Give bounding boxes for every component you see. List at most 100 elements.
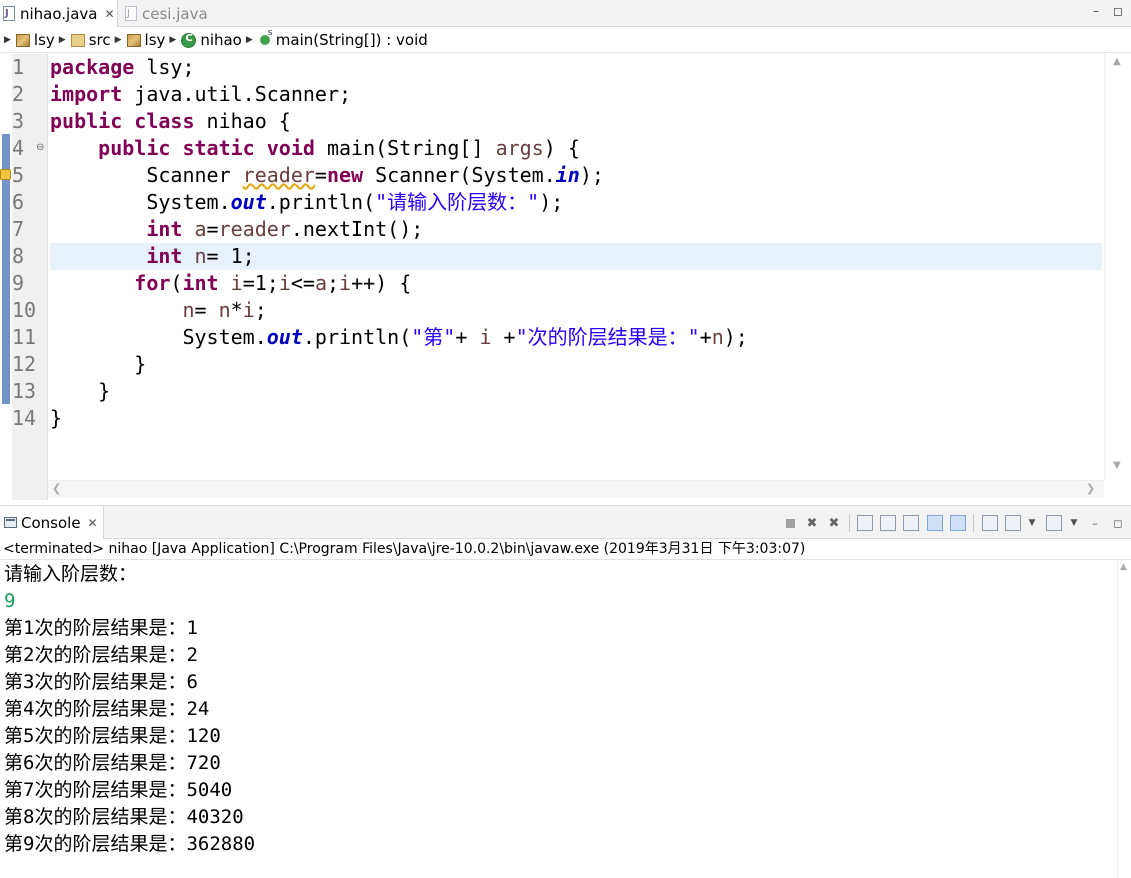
editor-horizontal-scrollbar[interactable]: ❮ ❯: [48, 480, 1104, 498]
display-selected-console-icon[interactable]: [1005, 515, 1021, 531]
breadcrumb-item-method[interactable]: main(String[]) : void: [258, 28, 428, 49]
console-view-toolbar: Console ✕ ✖ ✖ ▼ ▼ – ◻: [0, 505, 1131, 539]
code-text-area[interactable]: package lsy; import java.util.Scanner; p…: [50, 54, 1102, 494]
code-line: package lsy;: [50, 54, 1102, 81]
scroll-right-icon[interactable]: ❯: [1086, 482, 1095, 495]
project-icon: [15, 33, 30, 47]
code-text: );: [579, 163, 604, 187]
code-text: Scanner: [50, 163, 243, 187]
code-editor[interactable]: 1 2 3 4 ⊖ 5 6 7 8 9 10 11 12 13 14 packa…: [0, 54, 1131, 500]
line-number: 7: [12, 217, 25, 241]
console-output-line: 第8次的阶层结果是：40320: [4, 806, 244, 828]
tab-nihao-java[interactable]: nihao.java ✕: [0, 0, 118, 27]
local-variable: n: [194, 244, 207, 268]
editor-tab-bar: nihao.java ✕ cesi.java – ◻: [0, 0, 1131, 27]
code-text: =1;: [242, 271, 279, 295]
scroll-lock-icon[interactable]: [880, 515, 896, 531]
code-line: System.out.println("第"+ i +"次的阶层结果是："+n)…: [50, 324, 1102, 351]
chevron-down-icon[interactable]: ▼: [1024, 515, 1040, 531]
code-text: +: [491, 325, 516, 349]
console-output-line: 第7次的阶层结果是：5040: [4, 779, 233, 801]
code-text: lsy;: [134, 55, 195, 79]
minimize-button[interactable]: –: [1087, 515, 1103, 531]
console-output-area[interactable]: 请输入阶层数： 9 第1次的阶层结果是：1 第2次的阶层结果是：2 第3次的阶层…: [0, 560, 1117, 878]
close-icon[interactable]: ✕: [104, 7, 114, 21]
java-file-icon: [3, 6, 15, 21]
maximize-button[interactable]: ◻: [1110, 515, 1126, 531]
code-line: Scanner reader=new Scanner(System.in);: [50, 162, 1102, 189]
local-variable: n: [711, 325, 724, 349]
code-line: System.out.println("请输入阶层数：");: [50, 189, 1102, 216]
warning-icon[interactable]: [0, 169, 11, 180]
tab-cesi-java[interactable]: cesi.java: [122, 0, 208, 27]
java-file-icon: [125, 6, 137, 21]
chevron-down-icon[interactable]: ▼: [1066, 515, 1082, 531]
close-icon[interactable]: ✕: [88, 516, 98, 530]
line-number: 3: [12, 109, 25, 133]
tab-console[interactable]: Console ✕: [0, 506, 104, 539]
clear-console-icon[interactable]: [857, 515, 873, 531]
code-line: }: [50, 406, 63, 430]
code-text: java.util.Scanner;: [122, 82, 352, 106]
line-number-ruler: 1 2 3 4 ⊖ 5 6 7 8 9 10 11 12 13 14: [12, 54, 48, 500]
class-icon: [181, 32, 197, 48]
line-number: 6: [12, 190, 25, 214]
console-process-label: <terminated> nihao [Java Application] C:…: [0, 539, 1131, 560]
breadcrumb-item-src[interactable]: src: [70, 31, 111, 49]
code-text: +: [455, 325, 480, 349]
scroll-up-icon[interactable]: ▲: [1113, 56, 1121, 67]
breadcrumb-item-package[interactable]: lsy: [126, 31, 165, 49]
open-console-icon[interactable]: [1046, 515, 1062, 531]
minimize-button[interactable]: –: [1088, 3, 1104, 19]
breadcrumb-item-project[interactable]: lsy: [15, 31, 55, 49]
breadcrumb-label: nihao: [200, 31, 242, 49]
keyword: void: [266, 136, 315, 160]
line-number: 14: [12, 406, 37, 430]
line-number: 9: [12, 271, 25, 295]
current-code-line: int n= 1;: [50, 243, 1102, 270]
code-text: .println(: [302, 325, 412, 349]
code-text: ;: [254, 298, 267, 322]
line-number: 11: [12, 325, 37, 349]
line-number: 12: [12, 352, 37, 376]
scroll-up-icon[interactable]: ▲: [1120, 562, 1127, 572]
chevron-right-icon: ▶: [114, 35, 122, 45]
word-wrap-icon[interactable]: [903, 515, 919, 531]
scroll-left-icon[interactable]: ❮: [52, 482, 61, 495]
show-console-on-stderr-icon[interactable]: [950, 515, 966, 531]
chevron-right-icon: ▶: [245, 35, 253, 45]
console-output-line: 第6次的阶层结果是：720: [4, 752, 221, 774]
code-text: =: [314, 163, 327, 187]
pin-console-icon[interactable]: [982, 515, 998, 531]
fold-collapse-icon[interactable]: ⊖: [36, 142, 44, 153]
show-console-on-stdout-icon[interactable]: [927, 515, 943, 531]
static-field: out: [266, 325, 303, 349]
code-text: ;: [327, 271, 340, 295]
remove-all-terminated-icon[interactable]: ✖: [826, 515, 842, 531]
line-number: 5: [12, 163, 25, 187]
code-line: n= n*i;: [50, 297, 1102, 324]
breadcrumb-item-class[interactable]: nihao: [181, 31, 242, 49]
scroll-down-icon[interactable]: ▼: [1113, 460, 1121, 471]
terminate-icon[interactable]: [782, 515, 798, 531]
line-number: 8: [12, 244, 25, 268]
code-text: main(String[]: [314, 136, 496, 160]
keyword: package: [50, 55, 135, 79]
maximize-button[interactable]: ◻: [1110, 3, 1126, 19]
editor-vertical-scrollbar[interactable]: ▲ ▼: [1104, 54, 1131, 480]
code-text: = 1;: [206, 244, 255, 268]
package-icon: [126, 33, 141, 47]
remove-launch-icon[interactable]: ✖: [804, 515, 820, 531]
chevron-right-icon: ▶: [58, 35, 66, 45]
code-line: import java.util.Scanner;: [50, 81, 1102, 108]
local-variable: a: [314, 271, 327, 295]
console-vertical-scrollbar[interactable]: ▲: [1117, 560, 1131, 878]
